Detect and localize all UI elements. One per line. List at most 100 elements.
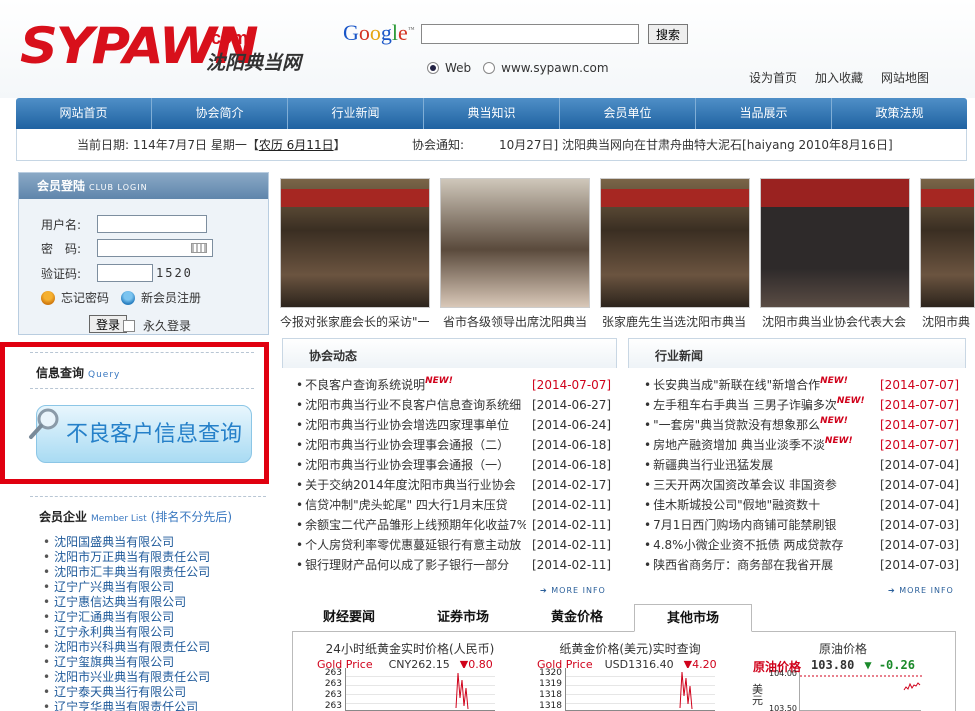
news-photo[interactable]: [920, 178, 975, 308]
industry-news-list: 长安典当成"新联在线"新增合作NEW![2014-07-07] 左手租车右手典当…: [644, 375, 959, 575]
member-item[interactable]: 辽宁惠信达典当有限公司: [43, 595, 210, 610]
nav-policies[interactable]: 政策法规: [832, 98, 967, 129]
nav-knowledge[interactable]: 典当知识: [424, 98, 560, 129]
news-item[interactable]: "一套房"典当贷款没有想象那么NEW![2014-07-07]: [644, 415, 959, 435]
member-item[interactable]: 辽宁永利典当有限公司: [43, 625, 210, 640]
divider: [30, 352, 254, 353]
news-item[interactable]: 长安典当成"新联在线"新增合作NEW![2014-07-07]: [644, 375, 959, 395]
query-title: 信息查询 Query: [36, 366, 121, 380]
news-item[interactable]: 4.8%小微企业资不抵债 两成贷款存[2014-07-03]: [644, 535, 959, 555]
photo-caption[interactable]: 张家鹿先生当选沈阳市典当: [602, 313, 752, 330]
keyboard-icon[interactable]: [191, 243, 207, 253]
news-item[interactable]: 关于交纳2014年度沈阳市典当行业协会[2014-02-17]: [296, 475, 611, 495]
new-badge: NEW!: [820, 376, 848, 386]
register-link[interactable]: 新会员注册: [141, 289, 201, 306]
forgot-password-link[interactable]: 忘记密码: [61, 289, 109, 306]
member-item[interactable]: 辽宁广兴典当有限公司: [43, 580, 210, 595]
search-input[interactable]: [421, 24, 639, 44]
nav-home[interactable]: 网站首页: [16, 98, 152, 129]
member-item[interactable]: 沈阳市汇丰典当有限责任公司: [43, 565, 210, 580]
remember-label: 永久登录: [143, 319, 192, 333]
photo-caption[interactable]: 沈阳市典当业协会代表大会: [762, 313, 912, 330]
news-item[interactable]: 沈阳市典当行业不良客户信息查询系统细[2014-06-27]: [296, 395, 611, 415]
divider: [955, 632, 956, 711]
bad-customer-query-button[interactable]: 不良客户信息查询: [36, 405, 252, 463]
add-favorite-link[interactable]: 加入收藏: [815, 69, 863, 86]
nav-members[interactable]: 会员单位: [560, 98, 696, 129]
news-photo[interactable]: [600, 178, 750, 308]
news-photo[interactable]: [280, 178, 430, 308]
news-item[interactable]: 沈阳市典当行业协会增选四家理事单位[2014-06-24]: [296, 415, 611, 435]
tab-other-markets[interactable]: 其他市场: [634, 604, 752, 632]
member-item[interactable]: 辽宁泰天典当行有限公司: [43, 685, 210, 700]
news-item[interactable]: 信贷冲制"虎头蛇尾" 四大行1月末压贷[2014-02-11]: [296, 495, 611, 515]
nav-showcase[interactable]: 当品展示: [696, 98, 832, 129]
remember-checkbox[interactable]: [123, 319, 135, 332]
tab-finance-news[interactable]: 财经要闻: [292, 604, 406, 631]
oil-chart: [799, 672, 922, 711]
photo-caption[interactable]: 沈阳市典: [922, 313, 975, 330]
news-item[interactable]: 房地产融资增加 典当业淡季不淡NEW![2014-07-07]: [644, 435, 959, 455]
industry-more-link[interactable]: ➔ MORE INFO: [888, 586, 954, 595]
news-item[interactable]: 不良客户查询系统说明NEW![2014-07-07]: [296, 375, 611, 395]
top-links: 设为首页 加入收藏 网站地图: [749, 69, 929, 86]
association-news-list: 不良客户查询系统说明NEW![2014-07-07] 沈阳市典当行业不良客户信息…: [296, 375, 611, 575]
search-button[interactable]: 搜索: [648, 24, 688, 44]
register-icon: [121, 290, 136, 305]
news-item[interactable]: 佳木斯城投公司"假地"融资数十[2014-07-04]: [644, 495, 959, 515]
radio-site[interactable]: [483, 62, 496, 74]
news-item[interactable]: 沈阳市典当行业协会理事会通报（一）[2014-06-18]: [296, 455, 611, 475]
news-item[interactable]: 银行理财产品何以成了影子银行一部分[2014-02-11]: [296, 555, 611, 575]
news-item[interactable]: 新疆典当行业迅猛发展[2014-07-04]: [644, 455, 959, 475]
gold-usd-chart: [565, 668, 715, 711]
photo-caption[interactable]: 今报对张家鹿会长的采访"一: [280, 313, 430, 330]
member-item[interactable]: 辽宁玺旗典当有限公司: [43, 655, 210, 670]
logo-cn-text: 沈阳典当网: [206, 52, 302, 74]
news-item[interactable]: 余额宝二代产品雏形上线预期年化收益7%[2014-02-11]: [296, 515, 611, 535]
photo-caption[interactable]: 省市各级领导出席沈阳典当: [443, 313, 593, 330]
divider: [292, 632, 293, 711]
gold-rmb-chart: [345, 668, 495, 711]
member-item[interactable]: 沈阳国盛典当有限公司: [43, 535, 210, 550]
oil-change: -0.26: [878, 658, 915, 672]
news-item[interactable]: 沈阳市典当行业协会理事会通报（二）[2014-06-18]: [296, 435, 611, 455]
tab-gold-price[interactable]: 黄金价格: [520, 604, 634, 631]
news-item[interactable]: 左手租车右手典当 三男子诈骗多次NEW![2014-07-07]: [644, 395, 959, 415]
member-item[interactable]: 辽宁汇通典当有限公司: [43, 610, 210, 625]
member-item[interactable]: 辽宁亨华典当有限责任公司: [43, 700, 210, 711]
sitemap-link[interactable]: 网站地图: [881, 69, 929, 86]
news-photo[interactable]: [440, 178, 590, 308]
market-tabs: 财经要闻 证券市场 黄金价格 其他市场: [292, 604, 956, 632]
site-logo[interactable]: SYPAWN .com 沈阳典当网: [20, 18, 310, 78]
username-input[interactable]: [97, 215, 207, 233]
gold-usd-axis: 1320 1319 1318 1318: [539, 668, 562, 711]
news-item[interactable]: 三天开两次国资改革会议 非国资参[2014-07-04]: [644, 475, 959, 495]
set-homepage-link[interactable]: 设为首页: [749, 69, 797, 86]
captcha-input[interactable]: [97, 264, 153, 282]
radio-site-label: www.sypawn.com: [501, 61, 609, 75]
login-box: 会员登陆 CLUB LOGIN 用户名: 密 码: 验证码: 1520 忘记密码 …: [18, 172, 269, 335]
nav-about[interactable]: 协会简介: [152, 98, 288, 129]
login-button[interactable]: 登录: [89, 315, 127, 333]
news-item[interactable]: 陕西省商务厅：商务部在我省开展[2014-07-03]: [644, 555, 959, 575]
news-photo[interactable]: [760, 178, 910, 308]
member-item[interactable]: 沈阳市兴科典当有限责任公司: [43, 640, 210, 655]
main-nav: 网站首页 协会简介 行业新闻 典当知识 会员单位 当品展示 政策法规: [16, 98, 967, 129]
member-item[interactable]: 沈阳市万正典当有限责任公司: [43, 550, 210, 565]
nav-industry-news[interactable]: 行业新闻: [288, 98, 424, 129]
info-bar: 当前日期: 114年7月7日 星期一【农历 6月11日】 协会通知: 10月27…: [16, 129, 967, 161]
member-list: 沈阳国盛典当有限公司 沈阳市万正典当有限责任公司 沈阳市汇丰典当有限责任公司 辽…: [43, 535, 210, 711]
association-more-link[interactable]: ➔ MORE INFO: [540, 586, 606, 595]
radio-web[interactable]: [427, 62, 439, 74]
news-item[interactable]: 个人房贷利率零优惠蔓延银行有意主动放[2014-02-11]: [296, 535, 611, 555]
members-title: 会员企业 Member List (排名不分先后): [39, 510, 233, 524]
forgot-password-icon: [41, 290, 55, 305]
radio-web-label: Web: [445, 61, 472, 75]
tab-stock-market[interactable]: 证券市场: [406, 604, 520, 631]
lunar-date-link[interactable]: 农历 6月11日: [259, 138, 334, 152]
news-item[interactable]: 7月1日西门购场内商铺可能禁刷银[2014-07-03]: [644, 515, 959, 535]
notice-ticker[interactable]: 10月27日] 沈阳典当网向在甘肃舟曲特大泥石[haiyang 2010年8月1…: [499, 129, 909, 161]
gold-rmb-widget: 24小时纸黄金实时价格(人民币) Gold Price CNY262.15 ▼0.8…: [310, 640, 510, 671]
new-badge: NEW!: [836, 396, 865, 406]
member-item[interactable]: 沈阳市兴业典当有限责任公司: [43, 670, 210, 685]
